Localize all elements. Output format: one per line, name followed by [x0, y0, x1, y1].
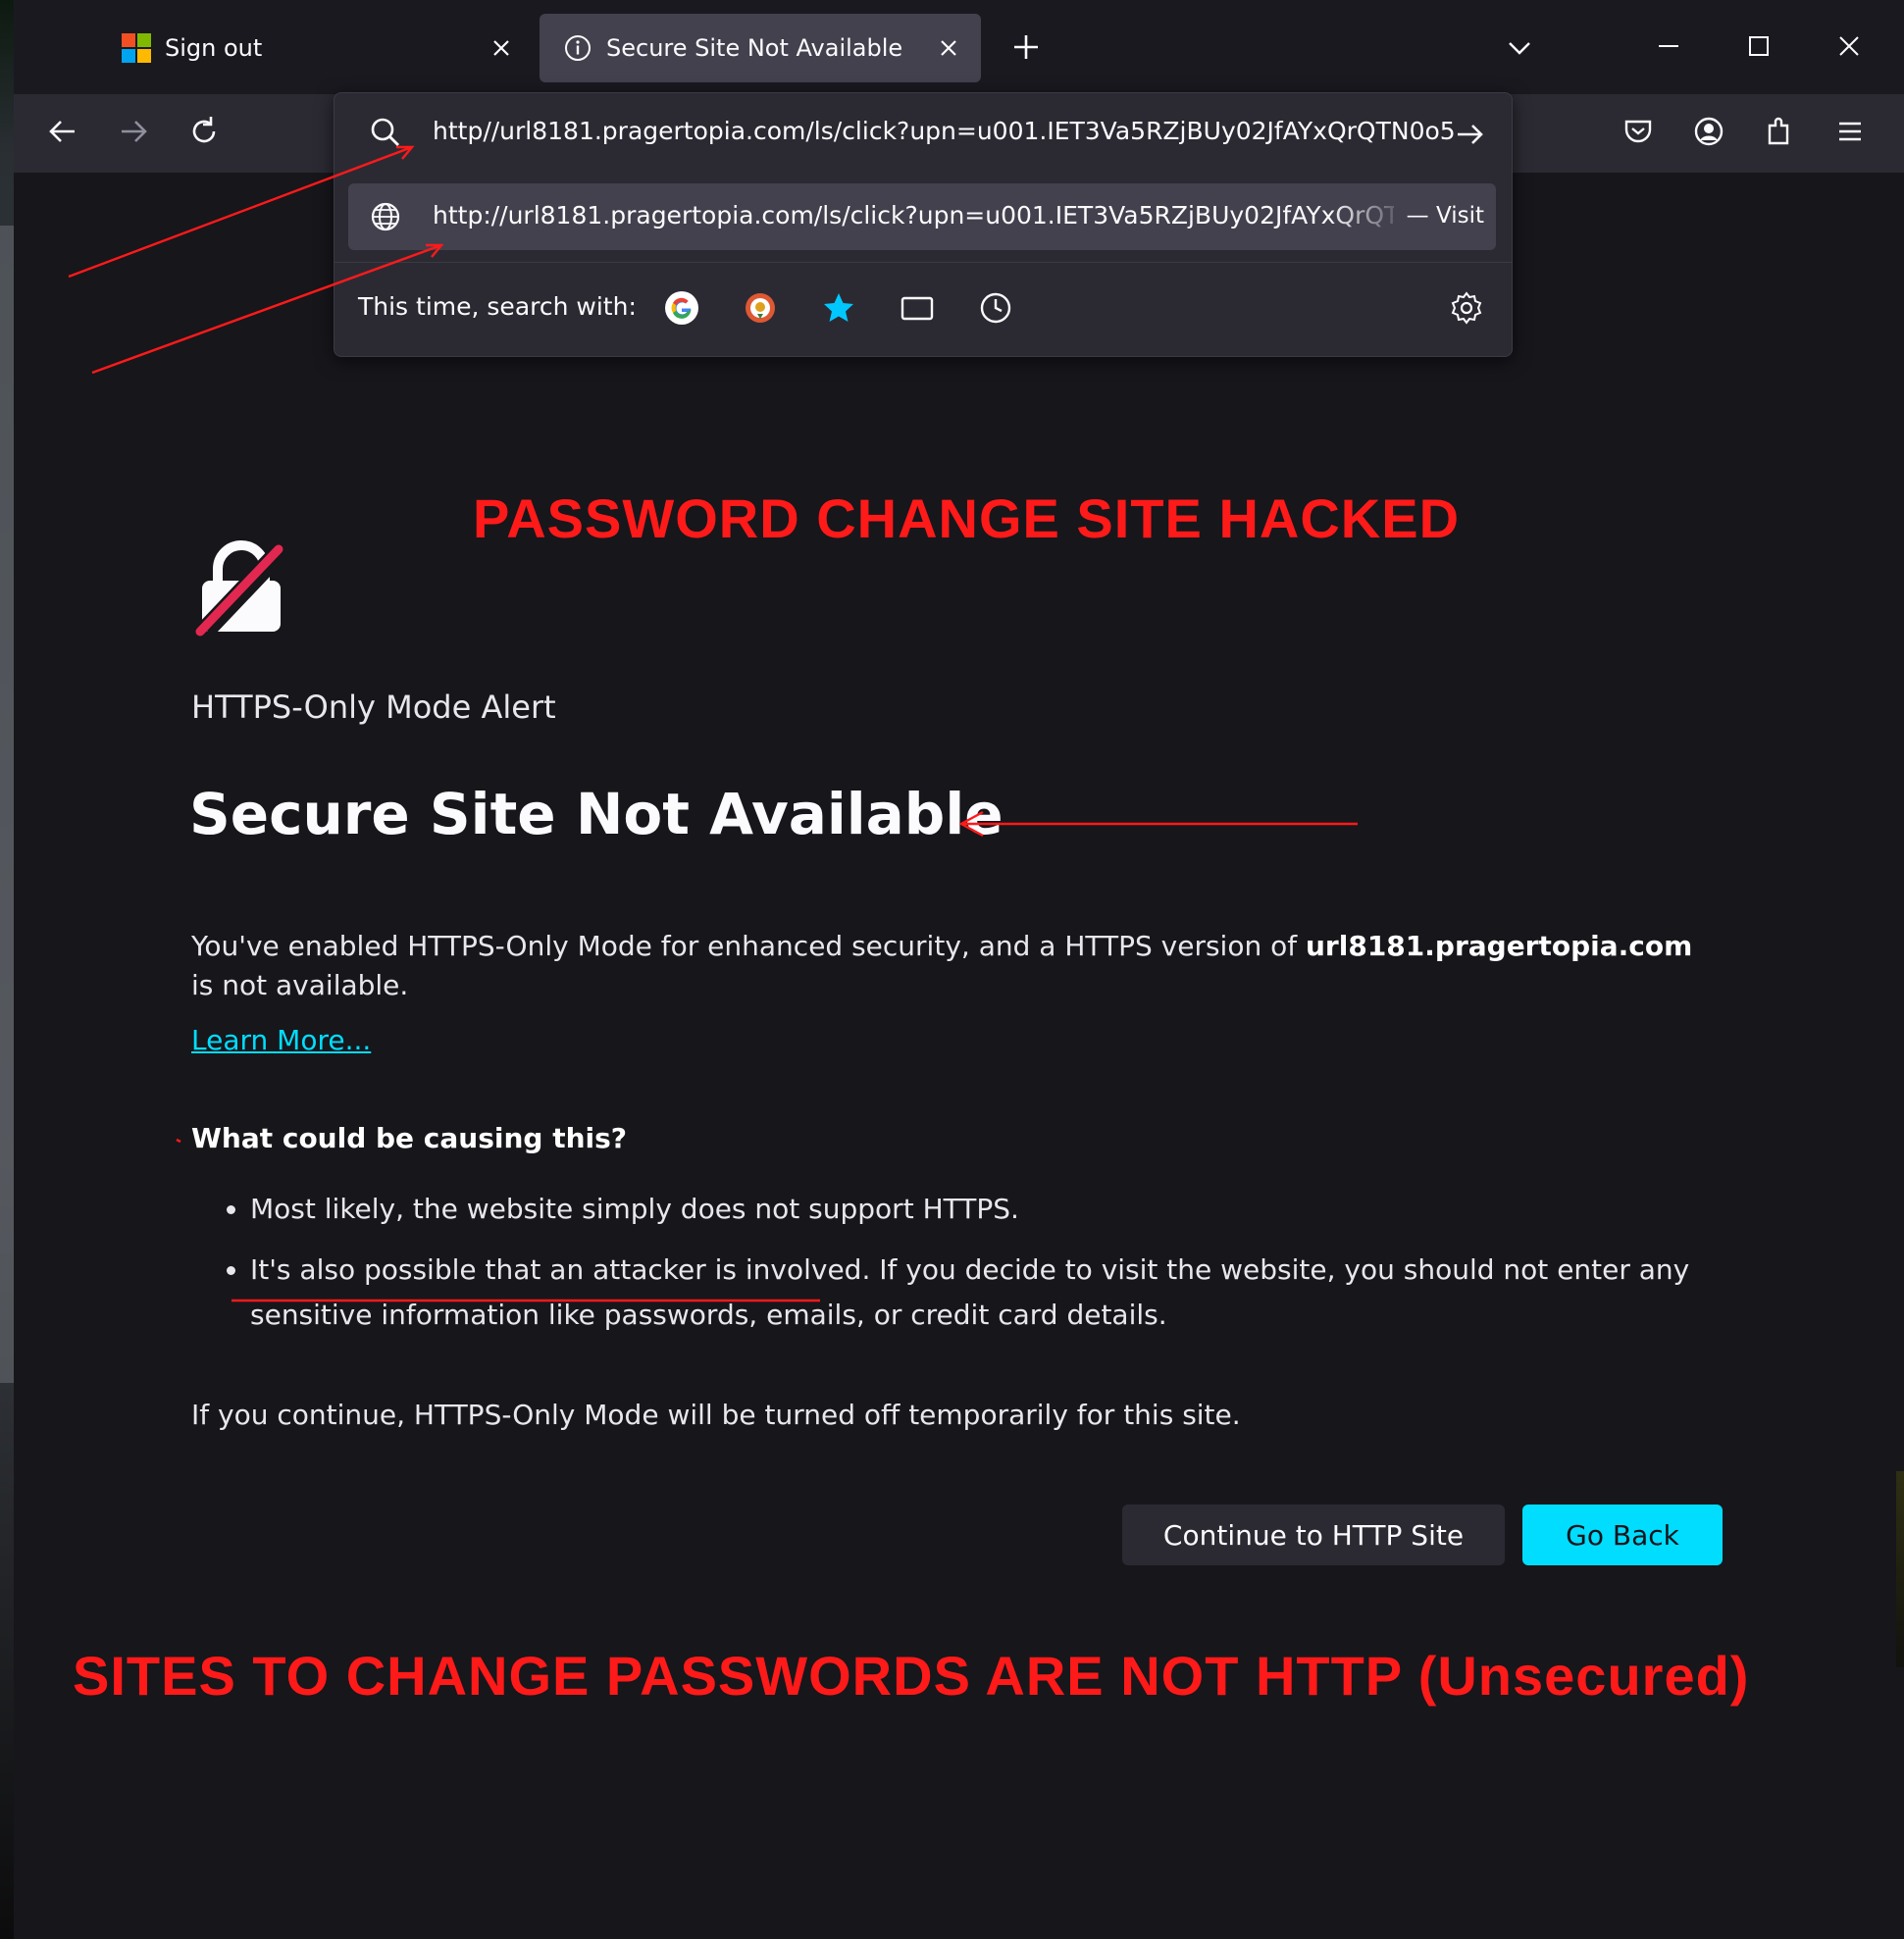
- history-icon[interactable]: [976, 288, 1015, 328]
- desktop-edge: [1896, 1471, 1904, 1667]
- list-item: It's also possible that an attacker is i…: [250, 1248, 1780, 1338]
- explanation-prefix: You've enabled HTTPS-Only Mode for enhan…: [191, 930, 1306, 962]
- page-title: Secure Site Not Available: [189, 781, 1003, 847]
- tab-title: Secure Site Not Available: [606, 34, 903, 62]
- tab-strip: Sign out Secure Site Not Available: [14, 0, 1904, 94]
- screenshot: Sign out Secure Site Not Available HTTPS…: [0, 0, 1904, 1939]
- search-with-label: This time, search with:: [358, 292, 637, 321]
- explanation-suffix: is not available.: [191, 969, 409, 1001]
- back-arrow-icon[interactable]: [43, 112, 82, 151]
- pocket-icon[interactable]: [1619, 112, 1658, 151]
- broken-lock-icon: [195, 540, 288, 637]
- info-icon: [565, 35, 591, 61]
- cause-heading: What could be causing this?: [191, 1122, 628, 1154]
- go-back-button[interactable]: Go Back: [1522, 1505, 1723, 1565]
- new-tab-plus-icon[interactable]: [1008, 29, 1044, 65]
- tab-secure-site-not-available[interactable]: Secure Site Not Available: [540, 14, 981, 82]
- learn-more-link[interactable]: Learn More...: [191, 1024, 371, 1056]
- url-input[interactable]: http//url8181.pragertopia.com/ls/click?u…: [433, 117, 1456, 145]
- microsoft-icon: [122, 33, 151, 63]
- google-icon[interactable]: [662, 288, 701, 328]
- extensions-icon[interactable]: [1760, 112, 1799, 151]
- menu-icon[interactable]: [1830, 112, 1870, 151]
- url-suggestion[interactable]: http://url8181.pragertopia.com/ls/click?…: [348, 183, 1496, 250]
- go-arrow-icon[interactable]: [1453, 117, 1488, 152]
- mode-alert-label: HTTPS-Only Mode Alert: [191, 689, 556, 726]
- address-bar[interactable]: http//url8181.pragertopia.com/ls/click?u…: [334, 93, 1512, 174]
- reload-icon[interactable]: [184, 112, 224, 151]
- continue-to-http-button[interactable]: Continue to HTTP Site: [1122, 1505, 1505, 1565]
- tab-sign-out[interactable]: Sign out: [92, 14, 534, 82]
- gear-icon[interactable]: [1447, 288, 1486, 328]
- forward-arrow-icon[interactable]: [114, 112, 153, 151]
- visit-label: — Visit: [1406, 203, 1484, 229]
- close-tab-icon[interactable]: [487, 33, 516, 63]
- list-item: Most likely, the website simply does not…: [250, 1187, 1780, 1232]
- explanation-paragraph: You've enabled HTTPS-Only Mode for enhan…: [191, 927, 1702, 1005]
- site-domain: url8181.pragertopia.com: [1306, 930, 1693, 962]
- annotation-bottom: SITES TO CHANGE PASSWORDS ARE NOT HTTP (…: [73, 1645, 1750, 1707]
- close-tab-icon[interactable]: [934, 33, 963, 63]
- cause-list: Most likely, the website simply does not…: [196, 1187, 1780, 1353]
- annotation-top: PASSWORD CHANGE SITE HACKED: [473, 487, 1461, 549]
- tab-title: Sign out: [165, 34, 263, 62]
- chevron-down-icon[interactable]: [1505, 33, 1534, 63]
- minimize-icon[interactable]: [1652, 29, 1685, 63]
- tabs-icon[interactable]: [898, 288, 937, 328]
- desktop-edge: [0, 0, 14, 1939]
- close-window-icon[interactable]: [1832, 29, 1866, 63]
- search-icon: [371, 118, 399, 146]
- maximize-icon[interactable]: [1742, 29, 1775, 63]
- continue-note: If you continue, HTTPS-Only Mode will be…: [191, 1399, 1241, 1431]
- search-engine-row: This time, search with:: [334, 262, 1512, 351]
- bookmarks-star-icon[interactable]: [819, 288, 858, 328]
- account-icon[interactable]: [1689, 112, 1728, 151]
- duckduckgo-icon[interactable]: [741, 288, 780, 328]
- suggestion-url: http://url8181.pragertopia.com/ls/click?…: [433, 201, 1394, 230]
- url-dropdown-panel: http//url8181.pragertopia.com/ls/click?u…: [334, 92, 1513, 357]
- globe-icon: [371, 202, 400, 231]
